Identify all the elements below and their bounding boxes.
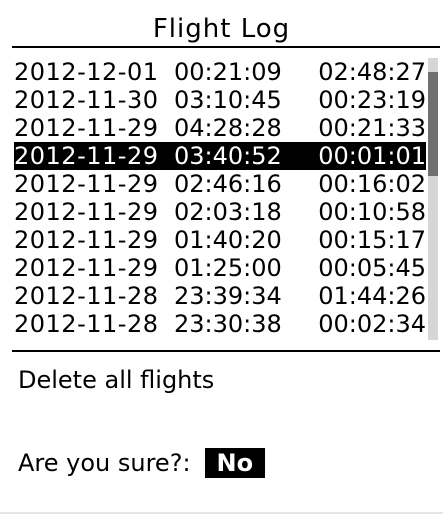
confirm-prompt: Are you sure?:: [18, 449, 191, 477]
flight-duration: 00:21:33: [318, 114, 426, 142]
confirm-row: Are you sure?: No: [18, 446, 266, 480]
flight-row[interactable]: 2012-12-01 00:21:09 02:48:27: [14, 58, 426, 86]
flight-date: 2012-11-29: [14, 254, 159, 282]
delete-all-flights-button[interactable]: Delete all flights: [18, 364, 214, 396]
flight-start-time: 03:10:45: [174, 86, 282, 114]
list-scrollbar[interactable]: [428, 58, 438, 340]
flight-duration: 00:02:34: [318, 310, 426, 338]
flight-row[interactable]: 2012-11-28 23:30:38 00:02:34: [14, 310, 426, 338]
flight-date: 2012-11-29: [14, 226, 159, 254]
confirm-selector[interactable]: No: [204, 448, 266, 478]
flight-duration: 00:23:19: [318, 86, 426, 114]
flight-row[interactable]: 2012-11-29 02:46:16 00:16:02: [14, 170, 426, 198]
scrollbar-thumb[interactable]: [428, 72, 438, 176]
flight-date: 2012-11-30: [14, 86, 159, 114]
flight-duration: 00:01:01: [318, 142, 426, 170]
flight-row[interactable]: 2012-11-29 03:40:52 00:01:01: [14, 142, 426, 170]
flight-row[interactable]: 2012-11-29 01:25:00 00:05:45: [14, 254, 426, 282]
flight-start-time: 01:25:00: [174, 254, 282, 282]
flight-start-time: 02:46:16: [174, 170, 282, 198]
flight-duration: 00:10:58: [318, 198, 426, 226]
flight-row[interactable]: 2012-11-28 23:39:34 01:44:26: [14, 282, 426, 310]
flight-row[interactable]: 2012-11-29 02:03:18 00:10:58: [14, 198, 426, 226]
flight-duration: 01:44:26: [318, 282, 426, 310]
flight-start-time: 02:03:18: [174, 198, 282, 226]
flight-date: 2012-11-29: [14, 114, 159, 142]
flight-duration: 00:15:17: [318, 226, 426, 254]
flight-start-time: 00:21:09: [174, 58, 282, 86]
flight-date: 2012-12-01: [14, 58, 159, 86]
flight-row[interactable]: 2012-11-29 01:40:20 00:15:17: [14, 226, 426, 254]
flight-start-time: 23:30:38: [174, 310, 282, 338]
flight-start-time: 03:40:52: [174, 142, 282, 170]
flight-date: 2012-11-28: [14, 282, 159, 310]
flight-duration: 00:05:45: [318, 254, 426, 282]
flight-start-time: 23:39:34: [174, 282, 282, 310]
section-divider: [12, 350, 440, 352]
flight-row[interactable]: 2012-11-29 04:28:28 00:21:33: [14, 114, 426, 142]
title-divider: [12, 46, 440, 48]
flight-start-time: 01:40:20: [174, 226, 282, 254]
flight-date: 2012-11-29: [14, 142, 159, 170]
flight-log-list[interactable]: 2012-12-01 00:21:09 02:48:27 2012-11-30 …: [14, 58, 426, 340]
flight-duration: 02:48:27: [318, 58, 426, 86]
flight-date: 2012-11-29: [14, 198, 159, 226]
flight-duration: 00:16:02: [318, 170, 426, 198]
flight-row[interactable]: 2012-11-30 03:10:45 00:23:19: [14, 86, 426, 114]
page-title: Flight Log: [152, 14, 291, 44]
flight-start-time: 04:28:28: [174, 114, 282, 142]
flight-date: 2012-11-29: [14, 170, 159, 198]
flight-date: 2012-11-28: [14, 310, 159, 338]
